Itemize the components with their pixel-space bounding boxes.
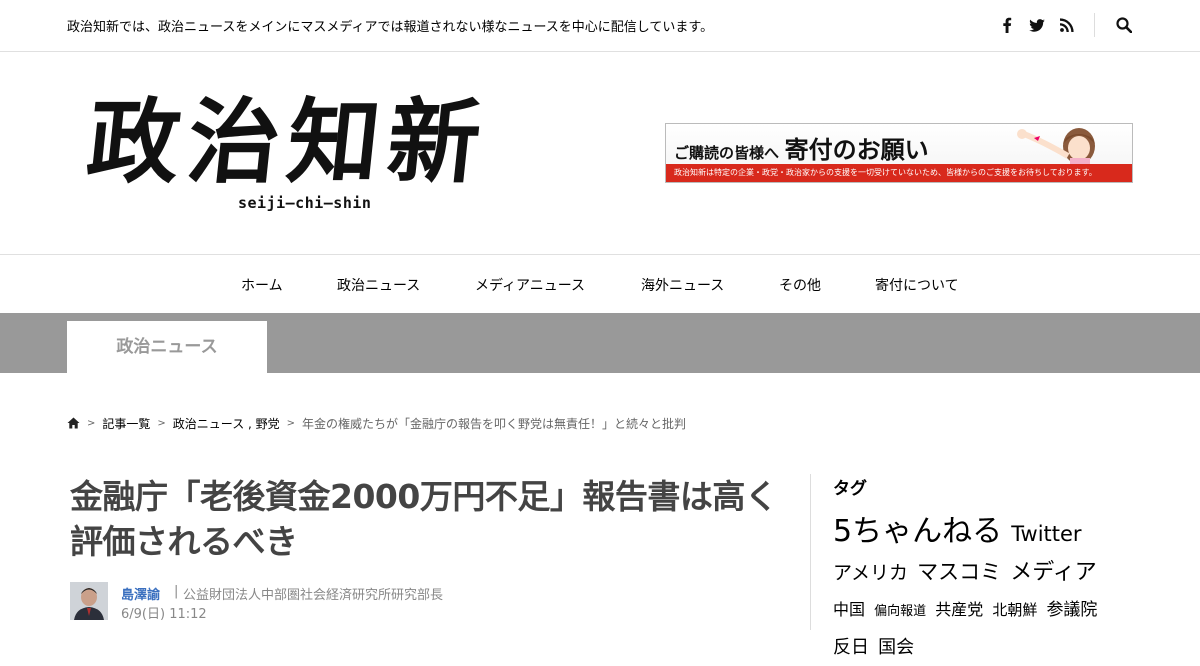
main-nav: ホーム 政治ニュース メディアニュース 海外ニュース その他 寄付について <box>0 254 1200 313</box>
article-date: 6/9(日) 11:12 <box>121 607 207 622</box>
breadcrumb-item-category[interactable]: 政治ニュース , 野党 <box>173 415 280 432</box>
sidebar-divider <box>810 474 811 630</box>
tag-link[interactable]: 5ちゃんねる <box>833 514 1002 549</box>
nav-item-other[interactable]: その他 <box>779 275 821 295</box>
author-organization: 公益財団法人中部圏社会経済研究所研究部長 <box>183 588 444 603</box>
category-band: 政治ニュース <box>0 313 1200 373</box>
tag-link[interactable]: 偏向報道 <box>874 604 926 619</box>
logo-kanji: 政治知新 <box>82 88 494 196</box>
breadcrumb-item-articles[interactable]: 記事一覧 <box>102 415 150 432</box>
article-title: 金融庁「老後資金2000万円不足」報告書は高く評価されるべき <box>70 477 778 561</box>
nav-item-overseas-news[interactable]: 海外ニュース <box>641 275 724 295</box>
author-separator: | <box>174 584 179 599</box>
donation-banner[interactable]: ご購読の皆様へ 寄付のお願い 政治知新は特定の企業・政党・政治家からの支援を一切… <box>665 123 1133 183</box>
tag-link[interactable]: 中国 <box>833 600 865 619</box>
banner-lead: ご購読の皆様へ <box>674 144 780 162</box>
category-tab[interactable]: 政治ニュース <box>67 321 267 373</box>
site-tagline: 政治知新では、政治ニュースをメインにマスメディアでは報道されない様なニュースを中… <box>67 20 714 35</box>
tag-link[interactable]: 共産党 <box>935 600 983 619</box>
tag-link[interactable]: 反日 <box>833 637 869 658</box>
twitter-icon[interactable] <box>1026 14 1048 36</box>
tag-link[interactable]: マスコミ <box>917 560 1001 584</box>
facebook-icon[interactable] <box>996 14 1018 36</box>
home-icon[interactable] <box>67 417 80 429</box>
chevron-right-icon: > <box>87 417 96 429</box>
tag-link[interactable]: 国会 <box>878 637 914 658</box>
banner-character-illustration <box>1017 128 1095 166</box>
banner-main-text: 寄付のお願い <box>784 135 929 164</box>
banner-heading: ご購読の皆様へ 寄付のお願い <box>674 130 929 165</box>
tag-link[interactable]: アメリカ <box>833 562 908 584</box>
site-logo[interactable]: 政治知新 seiji–chi–shin <box>82 82 513 217</box>
author-name[interactable]: 島澤諭 <box>121 584 160 603</box>
nav-item-donation[interactable]: 寄付について <box>875 275 959 295</box>
tag-link[interactable]: 参議院 <box>1046 600 1097 620</box>
tag-link[interactable]: Twitter <box>1011 522 1081 546</box>
breadcrumb: > 記事一覧 > 政治ニュース , 野党 > 年金の権威たちが「金融庁の報告を叩… <box>67 415 686 431</box>
nav-item-politics-news[interactable]: 政治ニュース <box>337 275 420 295</box>
nav-item-home[interactable]: ホーム <box>241 275 283 295</box>
logo-roman: seiji–chi–shin <box>238 194 372 212</box>
sidebar-tags-heading: タグ <box>833 479 867 499</box>
search-icon[interactable] <box>1113 14 1135 36</box>
tag-link[interactable]: 北朝鮮 <box>992 601 1037 619</box>
topbar-divider <box>1094 13 1095 37</box>
breadcrumb-current: 年金の権威たちが「金融庁の報告を叩く野党は無責任！」と続々と批判 <box>302 416 687 431</box>
author-avatar <box>70 582 108 620</box>
top-bar: 政治知新では、政治ニュースをメインにマスメディアでは報道されない様なニュースを中… <box>0 0 1200 52</box>
tag-link[interactable]: メディア <box>1010 560 1096 585</box>
site-header: 政治知新 seiji–chi–shin ご購読の皆様へ 寄付のお願い 政治知新は… <box>0 52 1200 254</box>
chevron-right-icon: > <box>286 417 296 429</box>
nav-item-media-news[interactable]: メディアニュース <box>475 275 585 295</box>
chevron-right-icon: > <box>157 417 166 429</box>
rss-icon[interactable] <box>1056 14 1078 36</box>
banner-strip-text: 政治知新は特定の企業・政党・政治家からの支援を一切受けていないため、皆様からのご… <box>666 164 1132 182</box>
tag-cloud: 5ちゃんねる Twitter アメリカ マスコミ メディア 中国 偏向報道 共産… <box>833 514 1133 666</box>
